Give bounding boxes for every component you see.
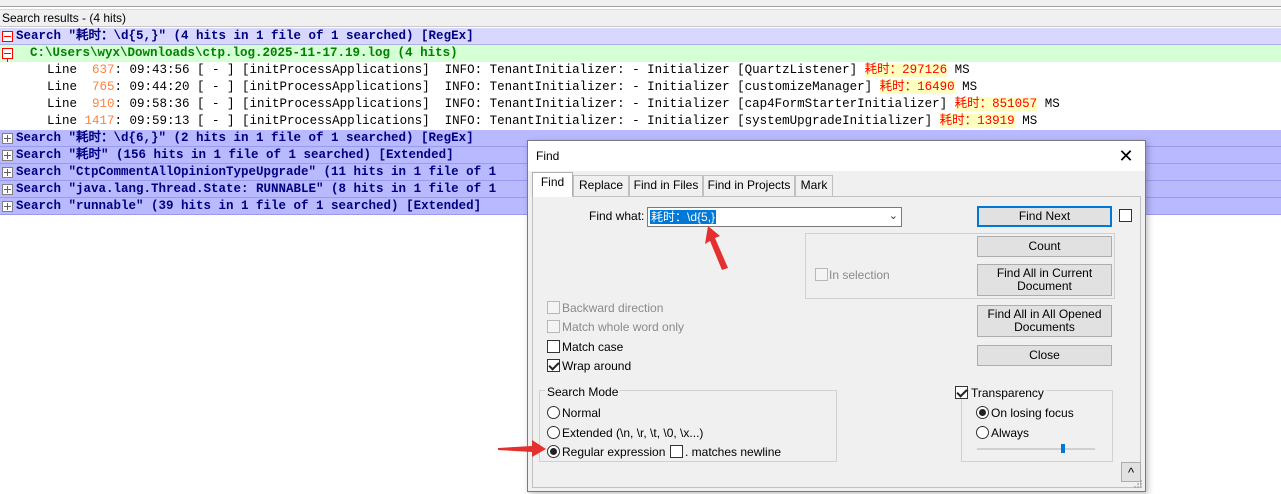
- match-case-checkbox[interactable]: [547, 340, 560, 353]
- transparency-label: Transparency: [969, 386, 1046, 400]
- match-highlight: 耗时：851057: [954, 97, 1038, 111]
- find-all-opened-button[interactable]: Find All in All Opened Documents: [977, 305, 1112, 337]
- result-line[interactable]: Line 637: 09:43:56 [ - ] [initProcessApp…: [0, 62, 1281, 79]
- match-whole-word-label: Match whole word only: [562, 320, 685, 334]
- find-dialog[interactable]: Find ✕ Find Replace Find in Files Find i…: [527, 140, 1146, 492]
- match-highlight: 耗时：297126: [864, 63, 948, 77]
- search-results-title: Search results - (4 hits): [0, 9, 1281, 27]
- line-number: 637: [84, 63, 115, 77]
- line-suffix: MS: [954, 80, 978, 94]
- collapse-icon[interactable]: [2, 31, 13, 42]
- search-entry-label: Search "java.lang.Thread.State: RUNNABLE…: [16, 182, 497, 196]
- expand-icon[interactable]: [2, 201, 13, 212]
- resize-grip-icon[interactable]: [1133, 479, 1143, 489]
- dialog-title: Find: [536, 149, 560, 163]
- red-arrow-annotation-icon: [498, 440, 546, 457]
- mode-regex-radio[interactable]: [547, 445, 560, 458]
- line-prefix: Line: [47, 97, 85, 111]
- close-button[interactable]: Close: [977, 345, 1112, 366]
- tab-mark[interactable]: Mark: [795, 175, 833, 196]
- search-entry-label: Search "runnable" (39 hits in 1 file of …: [16, 199, 482, 213]
- line-number: 910: [84, 97, 115, 111]
- search-entry-expanded[interactable]: Search "耗时：\d{5,}" (4 hits in 1 file of …: [0, 28, 1281, 45]
- on-losing-focus-label: On losing focus: [991, 406, 1074, 420]
- backward-direction-label: Backward direction: [562, 301, 664, 315]
- mode-extended-label: Extended (\n, \r, \t, \0, \x...): [562, 426, 704, 440]
- tab-find-in-files[interactable]: Find in Files: [629, 175, 703, 196]
- find-what-value[interactable]: 耗时：\d{5,}: [650, 210, 717, 224]
- matches-newline-label: . matches newline: [685, 445, 782, 459]
- window-top-border: [0, 0, 1281, 7]
- tab-find[interactable]: Find: [532, 172, 573, 197]
- find-all-current-button[interactable]: Find All in Current Document: [977, 264, 1112, 296]
- mode-extended-radio[interactable]: [547, 426, 560, 439]
- in-selection-checkbox[interactable]: [815, 268, 828, 281]
- search-entry-label: Search "CtpCommentAllOpinionTypeUpgrade"…: [16, 165, 497, 179]
- result-line[interactable]: Line 1417: 09:59:13 [ - ] [initProcessAp…: [0, 113, 1281, 130]
- line-number: 1417: [84, 114, 115, 128]
- file-entry[interactable]: C:\Users\wyx\Downloads\ctp.log.2025-11-1…: [0, 45, 1281, 62]
- match-whole-word-checkbox[interactable]: [547, 320, 560, 333]
- line-text: : 09:58:36 [ - ] [initProcessApplication…: [114, 97, 955, 111]
- always-radio[interactable]: [976, 426, 989, 439]
- search-mode-title: Search Mode: [545, 385, 621, 399]
- find-tab-panel: Find what: 耗时：\d{5,} ⌄ In selection Back…: [532, 196, 1141, 488]
- close-icon[interactable]: ✕: [1115, 145, 1137, 167]
- search-entry-label: Search "耗时：\d{5,}" (4 hits in 1 file of …: [16, 29, 474, 43]
- find-what-label: Find what:: [589, 209, 645, 223]
- line-suffix: MS: [947, 63, 970, 77]
- wrap-around-checkbox[interactable]: [547, 359, 560, 372]
- count-button[interactable]: Count: [977, 236, 1112, 257]
- search-entry-label: Search "耗时" (156 hits in 1 file of 1 sea…: [16, 148, 454, 162]
- match-case-label: Match case: [562, 340, 624, 354]
- transparency-checkbox[interactable]: [955, 386, 968, 399]
- in-selection-label: In selection: [829, 268, 890, 282]
- result-line[interactable]: Line 765: 09:44:20 [ - ] [initProcessApp…: [0, 79, 1281, 96]
- expand-icon[interactable]: [2, 133, 13, 144]
- backward-direction-checkbox[interactable]: [547, 301, 560, 314]
- red-arrow-annotation-icon: [705, 226, 728, 270]
- chevron-down-icon[interactable]: ⌄: [889, 209, 898, 222]
- line-prefix: Line: [47, 80, 85, 94]
- transparency-slider-thumb[interactable]: [1061, 444, 1065, 453]
- line-text: : 09:43:56 [ - ] [initProcessApplication…: [114, 63, 865, 77]
- mode-normal-radio[interactable]: [547, 406, 560, 419]
- search-entry-label: Search "耗时：\d{6,}" (2 hits in 1 file of …: [16, 131, 474, 145]
- line-suffix: MS: [1014, 114, 1038, 128]
- mode-normal-label: Normal: [562, 406, 601, 420]
- line-number: 765: [84, 80, 115, 94]
- line-prefix: Line: [47, 114, 85, 128]
- always-label: Always: [991, 426, 1030, 440]
- tab-find-in-projects[interactable]: Find in Projects: [703, 175, 795, 196]
- result-line[interactable]: Line 910: 09:58:36 [ - ] [initProcessApp…: [0, 96, 1281, 113]
- line-text: : 09:59:13 [ - ] [initProcessApplication…: [114, 114, 940, 128]
- find-next-extra-checkbox[interactable]: [1119, 209, 1132, 222]
- expand-icon[interactable]: [2, 167, 13, 178]
- wrap-around-label: Wrap around: [562, 359, 632, 373]
- line-suffix: MS: [1037, 97, 1060, 111]
- on-losing-focus-radio[interactable]: [976, 406, 989, 419]
- tab-replace[interactable]: Replace: [573, 175, 629, 196]
- transparency-slider-track[interactable]: [977, 444, 1095, 453]
- match-highlight: 耗时：13919: [939, 114, 1015, 128]
- dialog-titlebar[interactable]: Find ✕: [528, 141, 1145, 171]
- expand-icon[interactable]: [2, 150, 13, 161]
- file-path: C:\Users\wyx\Downloads\ctp.log.2025-11-1…: [30, 46, 458, 60]
- match-highlight: 耗时：16490: [879, 80, 955, 94]
- collapse-icon[interactable]: [2, 48, 13, 59]
- mode-regex-label: Regular expression: [562, 445, 666, 459]
- find-next-button[interactable]: Find Next: [977, 206, 1112, 227]
- line-prefix: Line: [47, 63, 85, 77]
- expand-icon[interactable]: [2, 184, 13, 195]
- matches-newline-checkbox[interactable]: [670, 445, 683, 458]
- line-text: : 09:44:20 [ - ] [initProcessApplication…: [114, 80, 880, 94]
- find-what-combobox[interactable]: 耗时：\d{5,} ⌄: [647, 207, 902, 227]
